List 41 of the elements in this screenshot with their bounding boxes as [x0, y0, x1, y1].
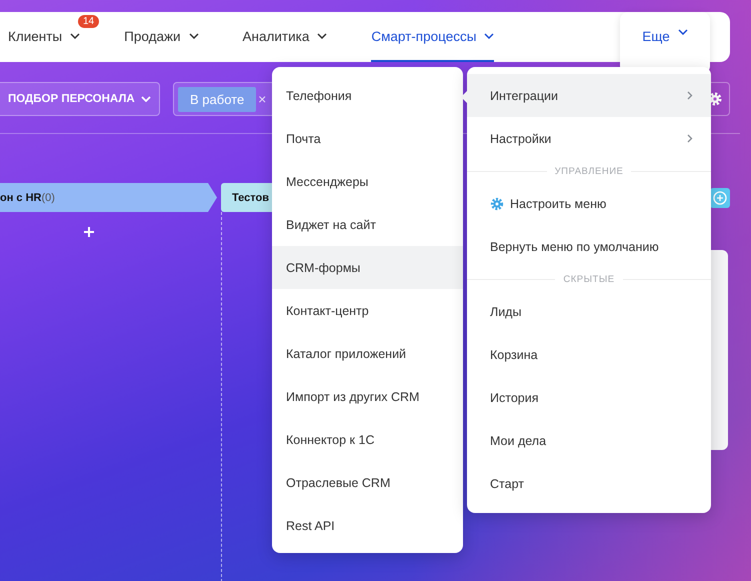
menu-pointer — [461, 90, 468, 104]
submenu-item[interactable]: CRM-формы — [272, 246, 463, 289]
menu-item[interactable]: Настроить меню — [467, 182, 711, 225]
stage-title: он с HR(0) — [0, 192, 55, 204]
section-label: УПРАВЛЕНИЕ — [554, 166, 624, 176]
chevron-right-icon — [687, 91, 693, 100]
submenu-item[interactable]: Виджет на сайт — [272, 203, 463, 246]
submenu-item[interactable]: Отраслевые CRM — [272, 461, 463, 504]
menu-item[interactable]: Старт — [467, 462, 711, 505]
filter-chip: В работе — [178, 86, 256, 112]
menu-item[interactable]: Вернуть меню по умолчанию — [467, 225, 711, 268]
menu-item[interactable]: История — [467, 376, 711, 419]
submenu-item[interactable]: Импорт из других CRM — [272, 375, 463, 418]
menu-item[interactable]: Интеграции — [467, 74, 711, 117]
menu-item[interactable]: Корзина — [467, 333, 711, 376]
nav-tab[interactable]: Смарт-процессы — [371, 12, 494, 62]
chevron-down-icon — [140, 96, 151, 102]
gear-icon — [490, 196, 504, 210]
submenu-item[interactable]: Контакт-центр — [272, 289, 463, 332]
nav-tab[interactable]: Продажи — [124, 12, 199, 62]
plus-icon[interactable] — [83, 226, 95, 238]
nav-tab[interactable]: Клиенты — [8, 12, 80, 62]
chevron-down-icon — [317, 33, 328, 39]
category-dropdown-button[interactable]: ПОДБОР ПЕРСОНАЛА — [0, 82, 160, 116]
submenu-item[interactable]: Коннектор к 1С — [272, 418, 463, 461]
submenu-item[interactable]: Каталог приложений — [272, 332, 463, 375]
nav-tab[interactable]: Аналитика — [242, 12, 328, 62]
menu-item[interactable]: Мои дела — [467, 419, 711, 462]
menu-item[interactable]: Настройки — [467, 117, 711, 160]
chevron-down-icon — [678, 29, 688, 35]
submenu-item[interactable]: Почта — [272, 117, 463, 160]
chevron-down-icon — [188, 33, 199, 39]
submenu-item[interactable]: Мессенджеры — [272, 160, 463, 203]
chevron-down-icon — [484, 33, 494, 39]
stage-title: Тестов — [232, 192, 269, 204]
chevron-right-icon — [687, 134, 693, 143]
chevron-down-icon — [70, 33, 80, 39]
submenu-item[interactable]: Rest API — [272, 504, 463, 547]
counter-badge: 14 — [78, 15, 100, 28]
menu-item[interactable]: Лиды — [467, 290, 711, 333]
section-label: СКРЫТЫЕ — [563, 274, 615, 284]
